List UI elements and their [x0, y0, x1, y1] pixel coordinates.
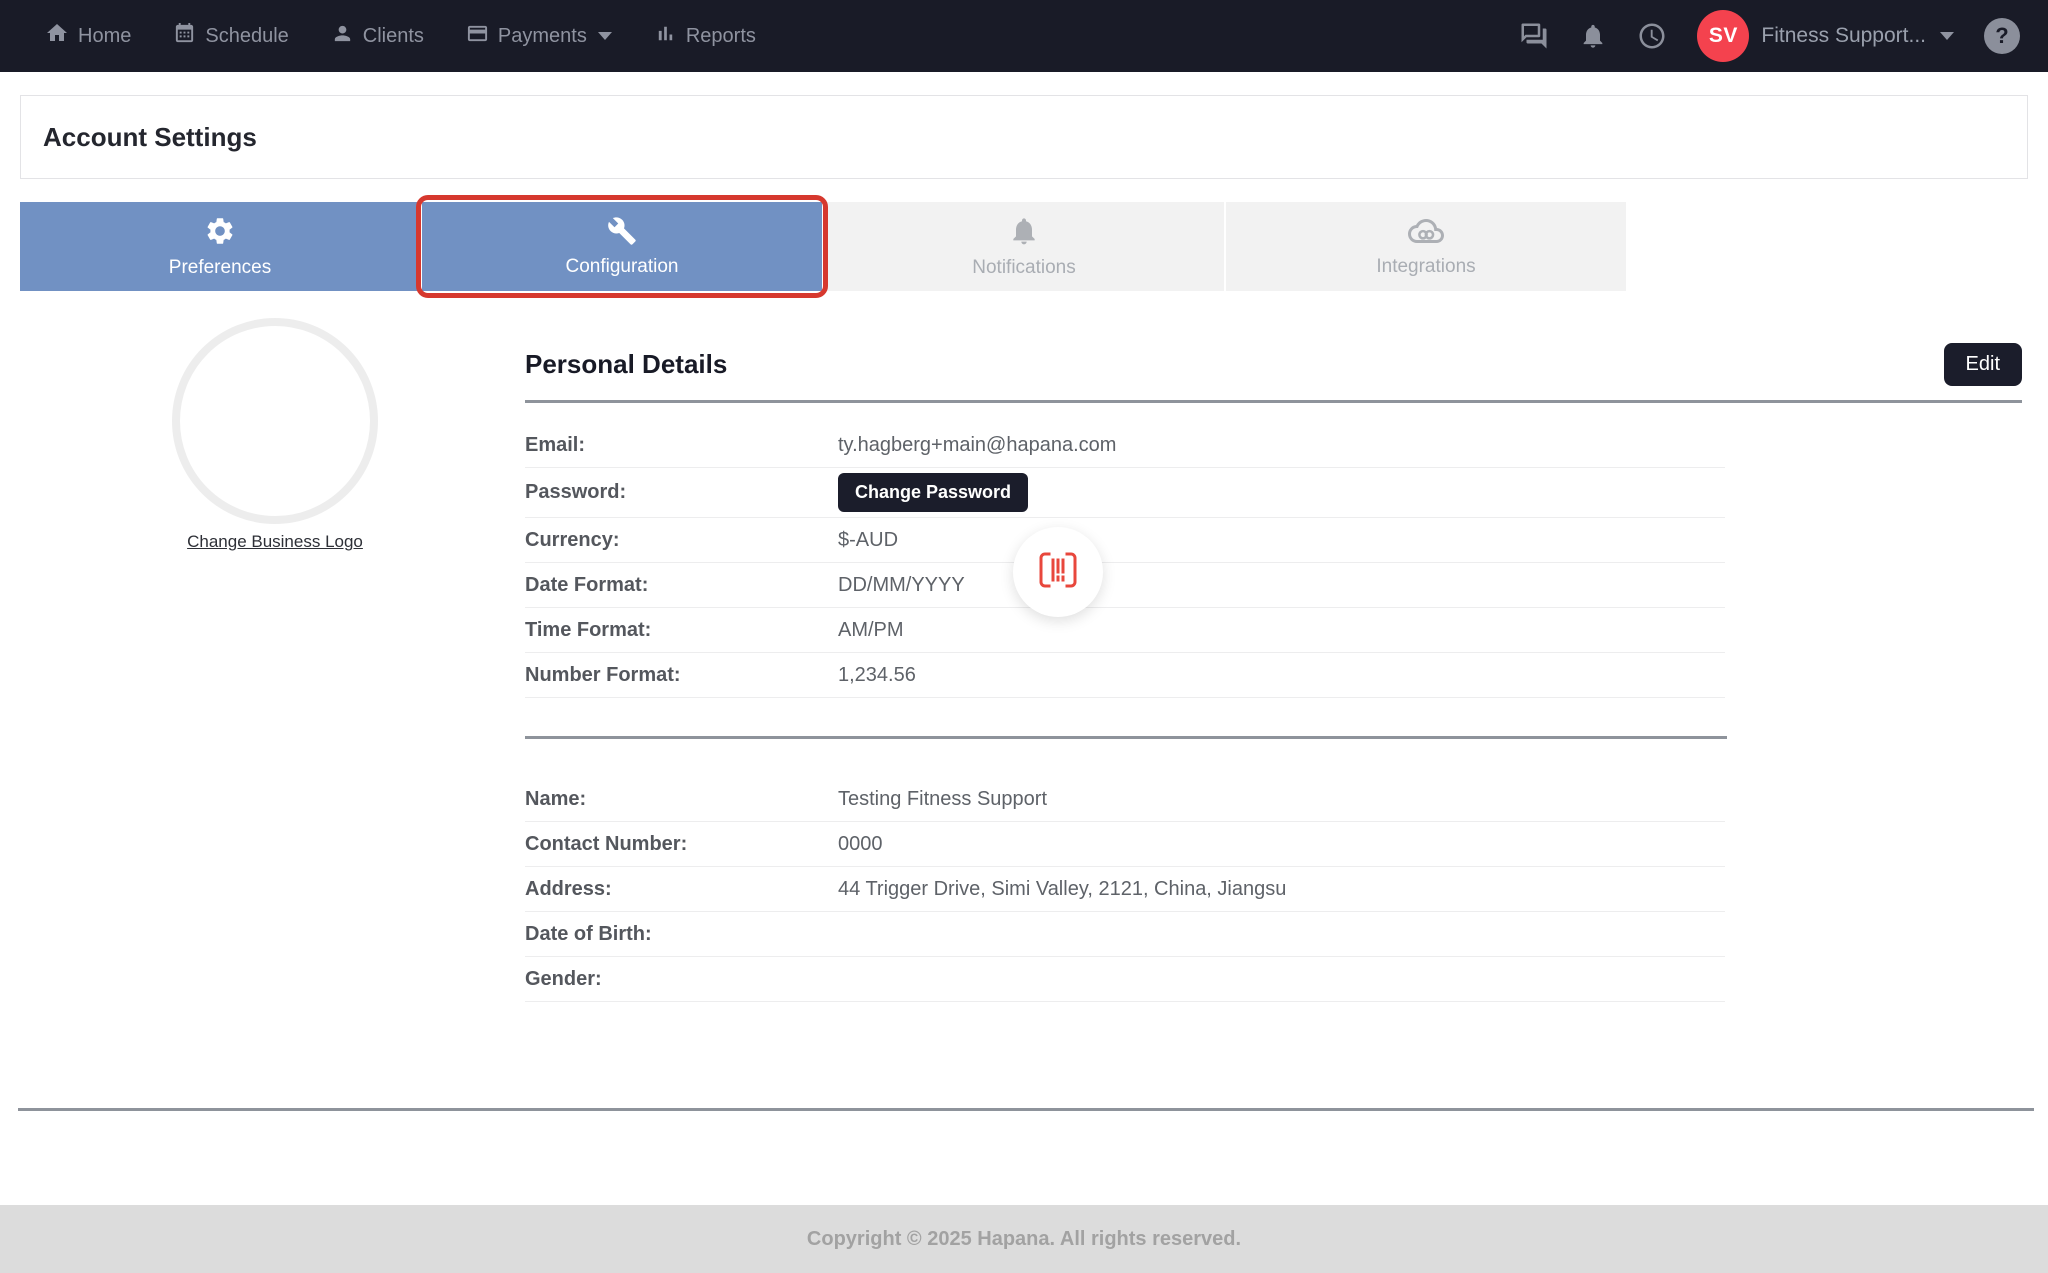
- tab-preferences[interactable]: Preferences: [20, 202, 420, 291]
- tab-label: Preferences: [169, 257, 271, 279]
- row-value: AM/PM: [838, 619, 904, 642]
- nav-item-clients[interactable]: Clients: [331, 22, 424, 51]
- barcode-scan-button[interactable]: [1013, 527, 1103, 617]
- barcode-scan-icon: [1034, 546, 1082, 599]
- tab-configuration[interactable]: Configuration: [422, 202, 822, 291]
- change-business-logo-link[interactable]: Change Business Logo: [172, 532, 378, 552]
- row-value: DD/MM/YYYY: [838, 574, 965, 597]
- row-value: 0000: [838, 833, 883, 856]
- nav-item-reports[interactable]: Reports: [654, 22, 756, 51]
- bell-icon: [1008, 215, 1040, 252]
- detail-row-address: Address: 44 Trigger Drive, Simi Valley, …: [525, 867, 1725, 912]
- detail-row-number-format: Number Format: 1,234.56: [525, 653, 1725, 698]
- details-rows-secondary: Name: Testing Fitness Support Contact Nu…: [525, 777, 1725, 1002]
- bell-icon[interactable]: [1579, 22, 1607, 50]
- home-icon: [45, 21, 69, 51]
- row-label: Email:: [525, 434, 838, 457]
- settings-tabs: Preferences Configuration Notifications …: [20, 202, 2048, 291]
- row-value: 44 Trigger Drive, Simi Valley, 2121, Chi…: [838, 878, 1286, 901]
- row-label: Date Format:: [525, 574, 838, 597]
- calendar-icon: [173, 22, 196, 51]
- detail-row-date-of-birth: Date of Birth:: [525, 912, 1725, 957]
- nav-item-label: Payments: [498, 25, 587, 48]
- section-header: Personal Details Edit: [525, 343, 2022, 386]
- tab-integrations[interactable]: Integrations: [1226, 202, 1626, 291]
- nav-item-payments[interactable]: Payments: [466, 22, 612, 51]
- row-label: Address:: [525, 878, 838, 901]
- row-label: Name:: [525, 788, 838, 811]
- user-name: Fitness Support...: [1761, 24, 1926, 48]
- bar-chart-icon: [654, 22, 677, 51]
- detail-row-name: Name: Testing Fitness Support: [525, 777, 1725, 822]
- top-navbar: Home Schedule Clients Payments Reports S…: [0, 0, 2048, 72]
- detail-row-contact-number: Contact Number: 0000: [525, 822, 1725, 867]
- detail-row-email: Email: ty.hagberg+main@hapana.com: [525, 423, 1725, 468]
- nav-item-label: Clients: [363, 25, 424, 48]
- caret-down-icon: [1940, 32, 1954, 40]
- page-bottom-divider: [18, 1108, 2034, 1111]
- edit-button[interactable]: Edit: [1944, 343, 2022, 386]
- tab-label: Integrations: [1376, 256, 1475, 278]
- row-label: Password:: [525, 481, 838, 504]
- footer: Copyright © 2025 Hapana. All rights rese…: [0, 1205, 2048, 1273]
- chat-icon[interactable]: [1519, 21, 1549, 51]
- help-icon[interactable]: ?: [1984, 18, 2020, 54]
- section-divider: [525, 400, 2022, 403]
- row-label: Date of Birth:: [525, 923, 838, 946]
- business-logo-placeholder: [172, 318, 378, 524]
- page-title: Account Settings: [43, 122, 257, 153]
- details-rows-primary: Email: ty.hagberg+main@hapana.com Passwo…: [525, 423, 1725, 698]
- detail-row-gender: Gender:: [525, 957, 1725, 1002]
- row-label: Currency:: [525, 529, 838, 552]
- row-label: Gender:: [525, 968, 838, 991]
- row-value: 1,234.56: [838, 664, 916, 687]
- gear-icon: [204, 215, 236, 252]
- clock-icon[interactable]: [1637, 21, 1667, 51]
- caret-down-icon: [598, 32, 612, 40]
- nav-item-label: Schedule: [205, 25, 288, 48]
- person-icon: [331, 22, 354, 51]
- tab-label: Notifications: [972, 257, 1076, 279]
- avatar[interactable]: SV: [1697, 10, 1749, 62]
- detail-row-currency: Currency: $-AUD: [525, 518, 1725, 563]
- copyright-text: Copyright © 2025 Hapana. All rights rese…: [807, 1228, 1241, 1251]
- user-menu[interactable]: SV Fitness Support...: [1697, 10, 1954, 62]
- nav-item-label: Reports: [686, 25, 756, 48]
- wrench-icon: [607, 216, 637, 251]
- personal-details-section: Personal Details Edit Email: ty.hagberg+…: [525, 343, 2022, 1002]
- nav-item-label: Home: [78, 25, 131, 48]
- tab-label: Configuration: [565, 256, 678, 278]
- nav-item-home[interactable]: Home: [45, 21, 131, 51]
- row-label: Time Format:: [525, 619, 838, 642]
- row-value: ty.hagberg+main@hapana.com: [838, 434, 1116, 457]
- row-label: Number Format:: [525, 664, 838, 687]
- change-password-button[interactable]: Change Password: [838, 473, 1028, 512]
- section-title: Personal Details: [525, 349, 727, 380]
- navbar-right: SV Fitness Support... ?: [1519, 10, 2020, 62]
- row-value: Testing Fitness Support: [838, 788, 1047, 811]
- tab-notifications[interactable]: Notifications: [824, 202, 1224, 291]
- section-divider: [525, 736, 1727, 739]
- credit-card-icon: [466, 22, 489, 51]
- detail-row-date-format: Date Format: DD/MM/YYYY: [525, 563, 1725, 608]
- row-label: Contact Number:: [525, 833, 838, 856]
- row-value: $-AUD: [838, 529, 898, 552]
- page-title-card: Account Settings: [20, 95, 2028, 179]
- cloud-link-icon: [1407, 216, 1445, 251]
- main-nav: Home Schedule Clients Payments Reports: [45, 21, 756, 51]
- nav-item-schedule[interactable]: Schedule: [173, 22, 288, 51]
- detail-row-password: Password: Change Password: [525, 468, 1725, 518]
- detail-row-time-format: Time Format: AM/PM: [525, 608, 1725, 653]
